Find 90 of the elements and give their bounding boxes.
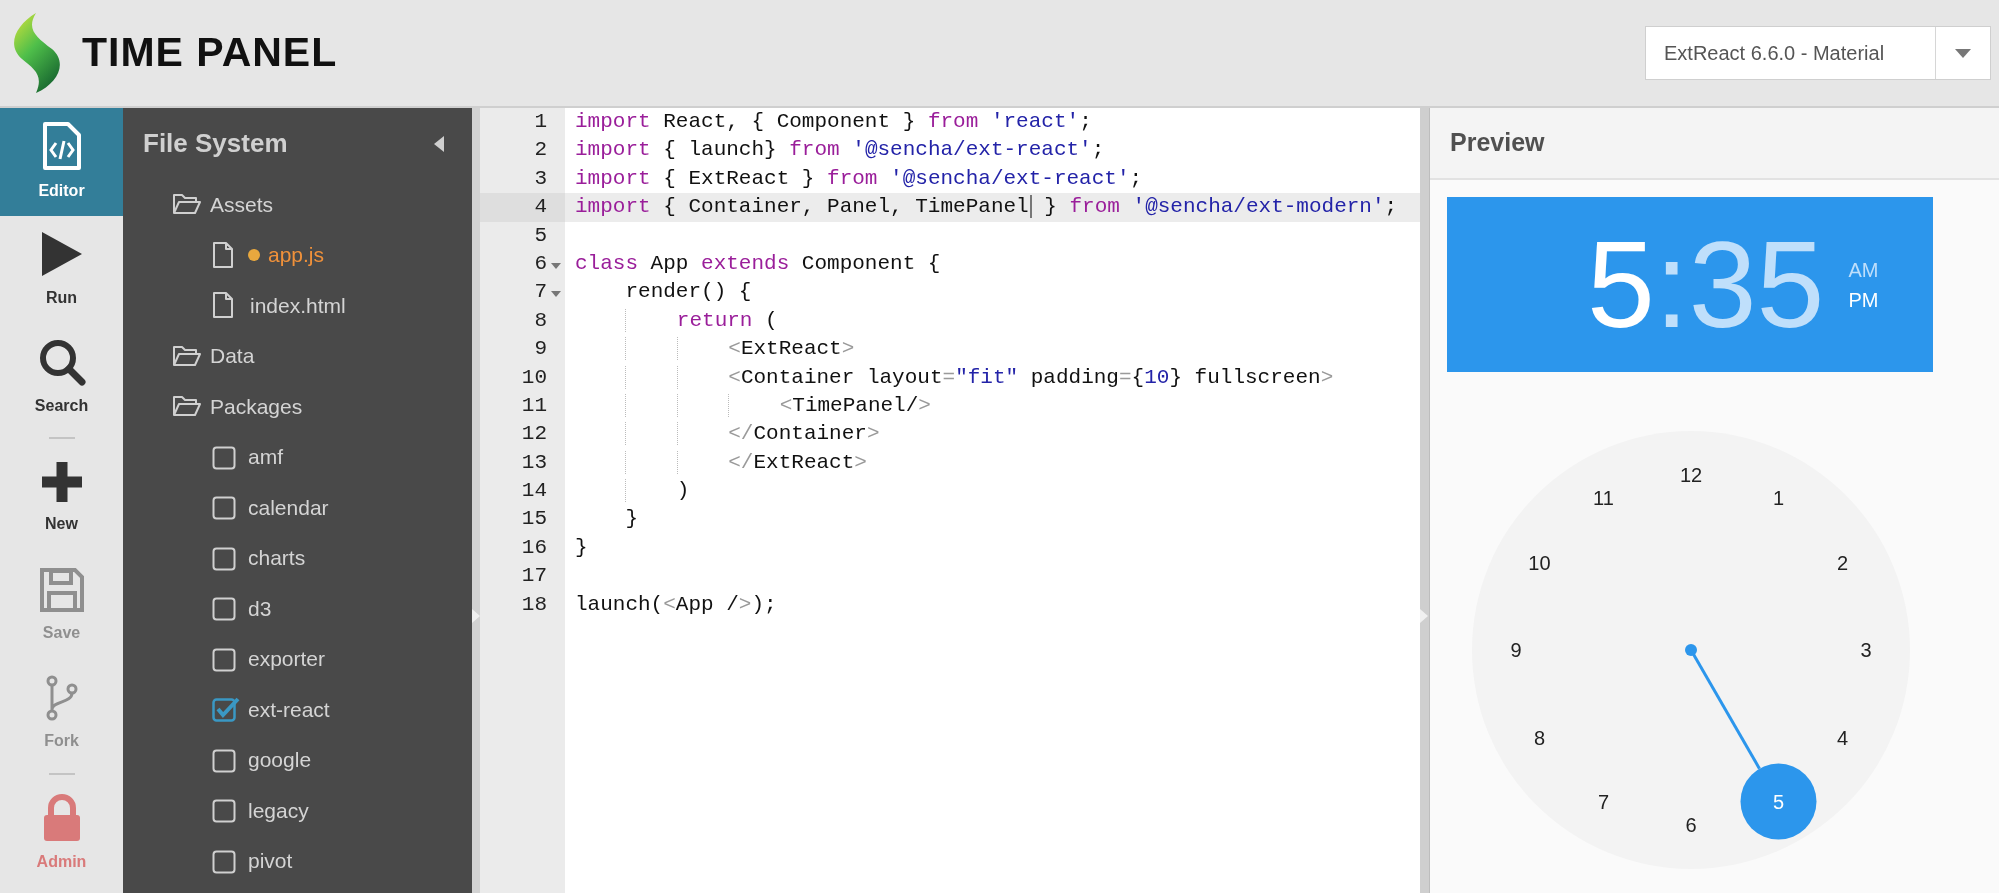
line-number: 7 — [533, 279, 547, 306]
line-number: 17 — [520, 563, 547, 590]
plus-icon — [39, 460, 84, 504]
toolbar-button[interactable]: Search — [0, 324, 123, 432]
line-number: 1 — [533, 109, 547, 135]
package-name[interactable]: calendar — [248, 491, 329, 523]
code-line: ) — [565, 477, 690, 506]
line-number: 10 — [520, 364, 547, 391]
line-number: 3 — [533, 165, 547, 192]
dial-number[interactable]: 2 — [1837, 551, 1849, 574]
line-number: 9 — [533, 336, 547, 363]
code-line: import { launch} from '@sencha/ext-react'; — [574, 137, 1105, 164]
line-number: 4 — [533, 194, 547, 221]
checkbox[interactable] — [212, 696, 240, 723]
toolbar-button[interactable]: Run — [0, 216, 123, 324]
line-number: 8 — [533, 307, 547, 334]
dial-number[interactable]: 3 — [1860, 639, 1872, 661]
code-line: <Container layout="fit" padding={10} fullscreen> — [565, 363, 1334, 392]
code-line: } — [624, 506, 639, 533]
code-line: } — [574, 534, 588, 561]
dial-number[interactable]: 12 — [1679, 464, 1703, 486]
lock-icon — [41, 794, 82, 842]
code-line: return ( — [565, 306, 778, 336]
collapse-icon[interactable] — [434, 135, 444, 152]
folder-icon — [172, 394, 202, 419]
panel-title: Preview — [1450, 127, 1545, 159]
line-number: 2 — [533, 137, 547, 164]
package-name[interactable]: ext-react — [248, 693, 330, 725]
panel-title: File System — [143, 127, 288, 160]
package-name[interactable]: amf — [248, 441, 283, 473]
folder-label[interactable]: Data — [210, 340, 255, 372]
dial-number[interactable]: 9 — [1510, 639, 1522, 661]
file-name[interactable]: app.js — [268, 239, 325, 271]
line-number: 16 — [520, 534, 547, 561]
play-icon — [39, 230, 84, 278]
code-line: render() { — [624, 279, 752, 306]
code-line: </ExtReact> — [565, 448, 867, 478]
code-line: import React, { Component } from 'react'; — [574, 109, 1092, 135]
line-number: 15 — [520, 506, 547, 533]
dial-number[interactable]: 6 — [1685, 814, 1697, 836]
folder-icon — [172, 192, 202, 217]
line-number: 5 — [533, 222, 547, 249]
selected-hour-marker[interactable] — [1740, 763, 1817, 840]
code-line: </Container> — [565, 420, 880, 449]
package-name[interactable]: legacy — [248, 794, 309, 826]
file-icon — [212, 240, 234, 269]
dial-number[interactable]: 11 — [1593, 487, 1614, 510]
package-name[interactable]: charts — [248, 542, 306, 574]
code-line: launch(<App />); — [574, 591, 777, 618]
code-line: <ExtReact> — [565, 335, 855, 364]
file-name[interactable]: index.html — [250, 289, 346, 321]
time-separator: : — [1654, 223, 1689, 346]
version-dropdown[interactable]: ExtReact 6.6.0 - Material — [1645, 26, 1991, 80]
dial-number[interactable]: 7 — [1597, 790, 1610, 813]
package-name[interactable]: pivot — [248, 845, 293, 877]
code-file-icon — [41, 121, 82, 171]
dial-number[interactable]: 8 — [1533, 726, 1545, 749]
folder-label[interactable]: Packages — [210, 390, 303, 422]
toolbar-button[interactable]: Editor — [0, 108, 123, 216]
dial-number[interactable]: 10 — [1528, 551, 1551, 574]
caret-down-icon — [1955, 48, 1971, 58]
fold-caret-icon[interactable] — [551, 291, 561, 298]
hour-display[interactable]: 5 — [1587, 223, 1655, 346]
code-line: import { ExtReact } from '@sencha/ext-react'; — [574, 165, 1143, 192]
line-number: 12 — [520, 421, 547, 448]
app-title: TIME PANEL — [82, 28, 338, 78]
file-icon — [212, 291, 234, 320]
package-name[interactable]: d3 — [248, 592, 272, 624]
dial-number[interactable]: 4 — [1837, 726, 1849, 749]
line-number: 6 — [533, 250, 547, 277]
clock-hand[interactable] — [1685, 644, 1761, 770]
code-line: import { Container, Panel, TimePanel } from '@sencha/ext-modern'; — [574, 194, 1398, 221]
line-number: 14 — [520, 478, 547, 505]
package-name[interactable]: google — [248, 744, 312, 776]
fold-caret-icon[interactable] — [551, 262, 561, 269]
clock-face[interactable] — [1472, 431, 1910, 869]
dial-number[interactable]: 1 — [1772, 487, 1785, 510]
search-icon — [37, 338, 86, 386]
period-toggle[interactable]: PM — [1848, 284, 1879, 315]
folder-icon — [172, 343, 202, 368]
folder-label[interactable]: Assets — [210, 188, 274, 220]
line-number: 13 — [520, 449, 547, 476]
code-line: class App extends Component { — [574, 250, 941, 277]
code-line: <TimePanel/> — [565, 391, 931, 421]
line-number: 11 — [520, 392, 547, 419]
toolbar-button[interactable]: New — [0, 444, 123, 552]
package-name[interactable]: exporter — [248, 643, 326, 675]
line-number: 18 — [520, 591, 547, 618]
branch-icon — [44, 675, 79, 721]
dial-number[interactable]: 5 — [1772, 790, 1785, 813]
